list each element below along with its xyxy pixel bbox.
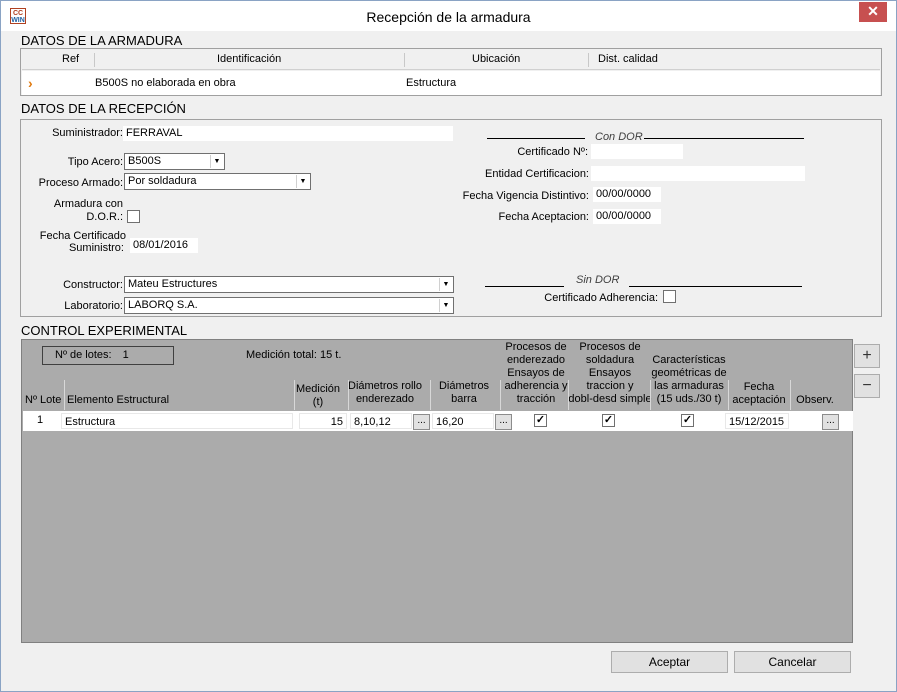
header-lote: Nº Lote — [25, 394, 62, 406]
header-fecha: Fecha aceptación — [732, 381, 786, 406]
col-dist-calidad: Dist. calidad — [598, 53, 658, 65]
row-elemento[interactable]: Estructura — [61, 413, 293, 429]
sin-dor-line-left — [485, 286, 564, 287]
proceso-armado-select[interactable]: Por soldadura ▼ — [124, 173, 311, 190]
header-caract: Características geométricas de las armad… — [651, 354, 727, 405]
cancel-button[interactable]: Cancelar — [734, 651, 851, 673]
suministrador-field[interactable]: FERRAVAL — [123, 126, 453, 141]
fecha-vigencia-label: Fecha Vigencia Distintivo: — [462, 190, 589, 202]
fecha-cert-label-1: Fecha Certificado — [39, 230, 126, 242]
header-observ: Observ. — [796, 394, 834, 406]
fecha-cert-label-2: Suministro: — [68, 242, 124, 254]
row-fecha[interactable]: 15/12/2015 — [725, 413, 789, 429]
chevron-down-icon[interactable]: ▼ — [439, 278, 452, 291]
close-button[interactable]: ✕ — [859, 2, 887, 22]
title-bar: CC WIN Recepción de la armadura ✕ — [1, 1, 896, 31]
armadura-identificacion: B500S no elaborada en obra — [95, 77, 236, 89]
row-diam-barra[interactable]: 16,20 — [432, 413, 494, 429]
fecha-vigencia-field[interactable]: 00/00/0000 — [593, 187, 661, 202]
add-lote-button[interactable]: + — [854, 344, 880, 368]
armadura-grid-header: Ref Identificación Ubicación Dist. calid… — [22, 50, 880, 70]
armadura-dor-checkbox[interactable] — [127, 210, 140, 223]
proc-soldadura-checkbox[interactable]: ✓ — [602, 414, 615, 427]
con-dor-line-right — [644, 138, 804, 139]
col-identificacion: Identificación — [217, 53, 282, 65]
constructor-select[interactable]: Mateu Estructures ▼ — [124, 276, 454, 293]
certificado-no-label: Certificado Nº: — [517, 146, 588, 158]
tipo-acero-select[interactable]: B500S ▼ — [124, 153, 225, 170]
suministrador-label: Suministrador: — [52, 127, 123, 139]
sin-dor-line-right — [629, 286, 802, 287]
certificado-no-field[interactable] — [591, 144, 683, 159]
fecha-cert-field[interactable]: 08/01/2016 — [130, 238, 198, 253]
col-ref: Ref — [62, 53, 80, 65]
row-diam-rollo[interactable]: 8,10,12 — [350, 413, 412, 429]
table-row[interactable]: 1 Estructura 15 8,10,12 ... 16,20 ... ✓ … — [23, 411, 853, 431]
header-medicion: Medición (t) — [295, 383, 341, 408]
fecha-aceptacion-label: Fecha Aceptacion: — [498, 211, 589, 223]
chevron-down-icon[interactable]: ▼ — [210, 155, 223, 168]
con-dor-line-left — [487, 138, 585, 139]
cert-adherencia-label: Certificado Adherencia: — [544, 292, 658, 304]
constructor-label: Constructor: — [63, 279, 123, 291]
fecha-aceptacion-field[interactable]: 00/00/0000 — [593, 209, 661, 224]
tipo-acero-label: Tipo Acero: — [67, 156, 123, 168]
header-diam-barra: Diámetros barra — [438, 380, 490, 405]
armadura-section-title: DATOS DE LA ARMADURA — [21, 33, 183, 48]
observ-dots-button[interactable]: ... — [822, 414, 839, 430]
header-diam-rollo: Diámetros rollo enderezado — [348, 380, 422, 405]
lotes-value: 1 — [122, 349, 129, 361]
recepcion-section-title: DATOS DE LA RECEPCIÓN — [21, 101, 186, 116]
header-proc-enderezado: Procesos de enderezado Ensayos de adhere… — [504, 341, 568, 405]
entidad-cert-field[interactable] — [591, 166, 805, 181]
row-medicion[interactable]: 15 — [299, 413, 347, 429]
remove-lote-button[interactable]: − — [854, 374, 880, 398]
lotes-box: Nº de lotes: 1 — [42, 346, 174, 365]
accept-button[interactable]: Aceptar — [611, 651, 728, 673]
con-dor-legend: Con DOR — [595, 131, 643, 143]
medicion-total: Medición total: 15 t. — [246, 349, 342, 361]
row-lote: 1 — [37, 414, 44, 426]
armadura-ubicacion: Estructura — [406, 77, 457, 89]
diam-barra-dots-button[interactable]: ... — [495, 414, 512, 430]
proc-enderezado-checkbox[interactable]: ✓ — [534, 414, 547, 427]
proceso-armado-label: Proceso Armado: — [38, 177, 123, 189]
armadura-dor-label-2: D.O.R.: — [86, 211, 123, 223]
armadura-row[interactable]: › B500S no elaborada en obra Estructura — [22, 71, 880, 95]
window-title: Recepción de la armadura — [366, 9, 531, 25]
laboratorio-select[interactable]: LABORQ S.A. ▼ — [124, 297, 454, 314]
control-section-title: CONTROL EXPERIMENTAL — [21, 323, 188, 338]
cert-adherencia-checkbox[interactable] — [663, 290, 676, 303]
laboratorio-label: Laboratorio: — [64, 300, 123, 312]
armadura-grid: Ref Identificación Ubicación Dist. calid… — [20, 48, 882, 96]
entidad-cert-label: Entidad Certificacion: — [485, 168, 589, 180]
chevron-down-icon[interactable]: ▼ — [439, 299, 452, 312]
col-ubicacion: Ubicación — [472, 53, 521, 65]
caract-checkbox[interactable]: ✓ — [681, 414, 694, 427]
dialog-window: CC WIN Recepción de la armadura ✕ DATOS … — [0, 0, 897, 692]
chevron-down-icon[interactable]: ▼ — [296, 175, 309, 188]
armadura-dor-label-1: Armadura con — [53, 198, 123, 210]
control-grid: Nº de lotes: 1 Medición total: 15 t. Nº … — [21, 339, 853, 643]
header-elemento: Elemento Estructural — [67, 394, 170, 406]
sin-dor-legend: Sin DOR — [576, 274, 620, 286]
row-selector-icon: › — [28, 75, 33, 91]
diam-rollo-dots-button[interactable]: ... — [413, 414, 430, 430]
header-proc-soldadura: Procesos de soldadura Ensayos traccion y… — [568, 341, 652, 405]
